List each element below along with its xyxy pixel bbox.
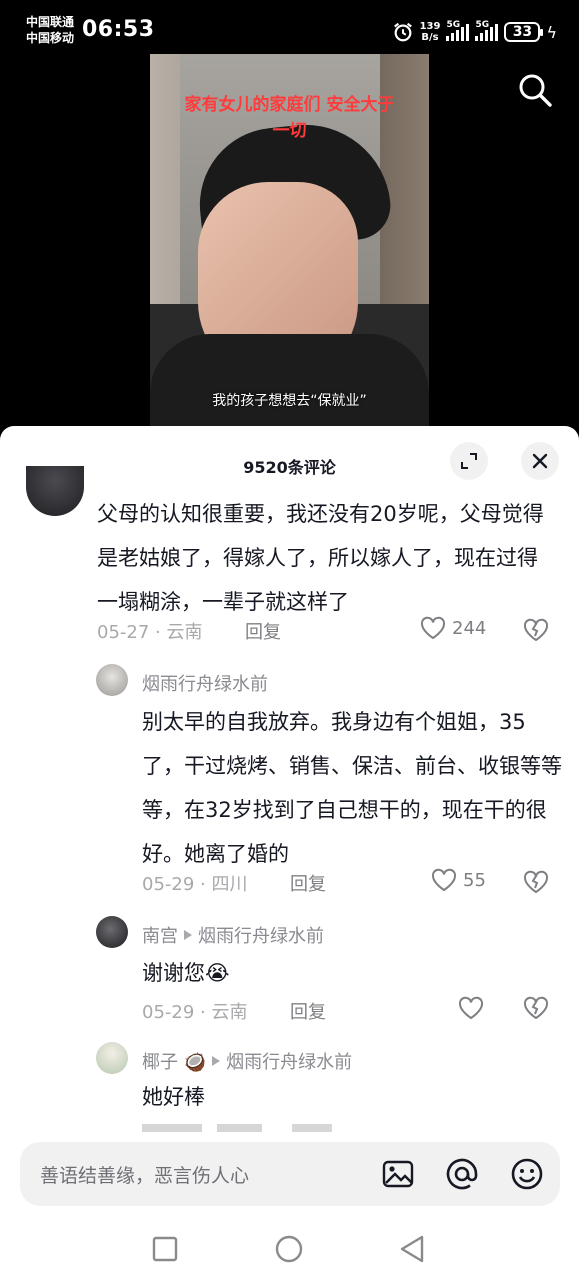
video-subtitle: 我的孩子想想去“保就业” (212, 393, 367, 409)
close-icon (532, 453, 548, 469)
broken-heart-icon[interactable] (523, 996, 549, 1020)
clipped-meta-row (142, 1124, 562, 1132)
reply-arrow-icon (184, 930, 192, 940)
like-count: 55 (463, 869, 486, 891)
comment-input-bar[interactable]: 善语结善缘，恶言伤人心 (20, 1142, 560, 1206)
like-button[interactable]: 55 (431, 868, 486, 892)
close-button[interactable] (521, 442, 559, 480)
reply-username-line: 南宫 烟雨行舟绿水前 (142, 922, 324, 948)
comment-text: 父母的认知很重要，我还没有20岁呢，父母觉得是老姑娘了，得嫁人了，所以嫁人了，现… (97, 502, 544, 614)
reply-to-username[interactable]: 烟雨行舟绿水前 (226, 1048, 352, 1074)
comment-date-location: 05-29 · 云南 (142, 1002, 248, 1023)
net-speed: 139 B/s (420, 21, 441, 43)
avatar[interactable] (96, 664, 128, 696)
carrier-1: 中国联通 (26, 15, 75, 29)
home-icon[interactable] (275, 1235, 303, 1263)
reply-to-username[interactable]: 烟雨行舟绿水前 (198, 922, 324, 948)
avatar[interactable] (96, 916, 128, 948)
alarm-icon (393, 22, 412, 42)
recent-apps-icon[interactable] (152, 1236, 178, 1262)
net-speed-value: 139 (419, 21, 441, 32)
comment-date-location: 05-29 · 四川 (142, 874, 248, 895)
reply-button[interactable]: 回复 (290, 998, 326, 1024)
comment-text: 谢谢您😭 (142, 961, 230, 985)
clock: 06:53 (82, 17, 155, 42)
expand-icon (461, 453, 477, 469)
comment-text: 别太早的自我放弃。我身边有个姐姐，35了，干过烧烤、销售、保洁、前台、收银等等等… (142, 710, 562, 866)
comments-count-title: 9520条评论 (243, 458, 336, 477)
heart-icon[interactable] (458, 996, 484, 1020)
signal-2-icon: 5G (475, 20, 499, 41)
carrier-2: 中国移动 (26, 31, 75, 45)
signal-1-label: 5G (446, 20, 461, 30)
status-icons: 139 B/s 5G 5G 33 ϟ (392, 18, 557, 46)
expand-button[interactable] (450, 442, 488, 480)
username[interactable]: 烟雨行舟绿水前 (142, 670, 268, 696)
broken-heart-icon[interactable] (523, 870, 549, 894)
comment-text: 她好棒 (142, 1085, 205, 1109)
username[interactable]: 椰子 🥥 (142, 1048, 206, 1074)
video-caption-top: 家有女儿的家庭们 安全大于一切 (184, 95, 395, 141)
signal-2-label: 5G (475, 20, 490, 30)
broken-heart-icon[interactable] (523, 618, 549, 642)
search-icon[interactable] (517, 72, 553, 108)
back-icon[interactable] (398, 1235, 426, 1263)
reply-arrow-icon (212, 1056, 221, 1066)
like-button[interactable]: 244 (420, 616, 486, 640)
heart-icon (431, 868, 457, 892)
battery-icon: 33 (504, 22, 544, 42)
comments-panel: 9520条评论 父母的认知很重要，我还没有20岁呢，父母觉得是老姑娘了，得嫁人了… (0, 426, 579, 1216)
system-nav-bar (0, 1216, 579, 1280)
avatar[interactable] (96, 1042, 128, 1074)
charging-icon: ϟ (546, 22, 557, 42)
at-icon[interactable] (444, 1156, 480, 1192)
status-bar: 中国联通 中国移动 06:53 139 B/s 5G 5G 33 ϟ (0, 0, 579, 54)
heart-icon (420, 616, 446, 640)
like-count: 244 (452, 617, 487, 639)
emoji-icon[interactable] (509, 1156, 545, 1192)
comment-date-location: 05-27 · 云南 (97, 622, 203, 643)
username[interactable]: 南宫 (142, 922, 178, 948)
image-icon[interactable] (380, 1156, 416, 1192)
signal-1-icon: 5G (446, 20, 470, 41)
reply-button[interactable]: 回复 (290, 870, 326, 896)
carrier-names: 中国联通 中国移动 (26, 14, 74, 46)
avatar[interactable] (26, 466, 84, 516)
comment-input-placeholder[interactable]: 善语结善缘，恶言伤人心 (40, 1161, 249, 1188)
reply-username-line: 椰子 🥥 烟雨行舟绿水前 (142, 1048, 352, 1074)
video-player[interactable]: 家有女儿的家庭们 安全大于一切 我的孩子想想去“保就业” (0, 54, 579, 434)
reply-username[interactable]: 烟雨行舟绿水前 (142, 670, 268, 696)
net-speed-unit: B/s (421, 32, 439, 43)
reply-button[interactable]: 回复 (245, 618, 281, 644)
